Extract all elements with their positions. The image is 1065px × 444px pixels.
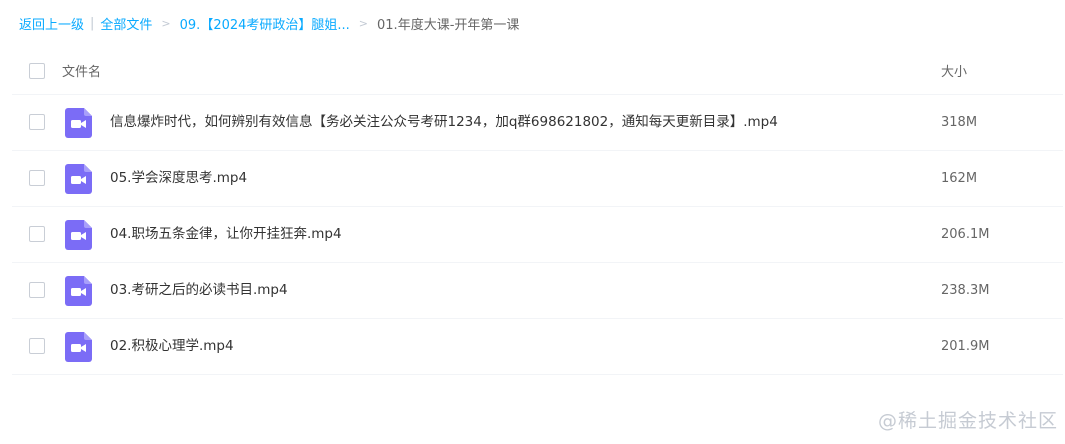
breadcrumb-pipe: | [90, 15, 95, 31]
breadcrumb-arrow: > [161, 16, 171, 30]
row-checkbox[interactable] [29, 170, 45, 186]
name-column-header[interactable]: 文件名 [62, 61, 101, 80]
back-link[interactable]: 返回上一级 [19, 14, 84, 33]
file-size: 206.1M [941, 227, 990, 242]
breadcrumb-arrow: > [358, 16, 369, 30]
table-row[interactable]: 05.学会深度思考.mp4 162M [12, 151, 1063, 207]
breadcrumb-folder[interactable]: 09.【2024考研政治】腿姐... [180, 14, 350, 33]
file-size: 238.3M [941, 283, 990, 298]
row-checkbox[interactable] [29, 338, 45, 354]
select-all-checkbox[interactable] [29, 63, 45, 79]
table-header: 文件名 大小 [12, 46, 1063, 95]
table-row[interactable]: 02.积极心理学.mp4 201.9M [12, 319, 1063, 375]
file-size: 162M [941, 171, 978, 186]
breadcrumb-all-files[interactable]: 全部文件 [100, 14, 152, 33]
file-name[interactable]: 05.学会深度思考.mp4 [110, 151, 247, 206]
table-row[interactable]: 信息爆炸时代，如何辨别有效信息【务必关注公众号考研1234，加q群6986218… [12, 95, 1063, 151]
video-file-icon [65, 164, 92, 194]
row-checkbox[interactable] [29, 226, 45, 242]
video-file-icon [65, 276, 92, 306]
table-row[interactable]: 04.职场五条金律，让你开挂狂奔.mp4 206.1M [12, 207, 1063, 263]
file-size: 201.9M [941, 339, 990, 354]
watermark: @稀土掘金技术社区 [878, 410, 1059, 432]
file-name[interactable]: 04.职场五条金律，让你开挂狂奔.mp4 [110, 207, 342, 262]
file-name[interactable]: 信息爆炸时代，如何辨别有效信息【务必关注公众号考研1234，加q群6986218… [110, 95, 778, 150]
file-browser: 返回上一级 | 全部文件 > 09.【2024考研政治】腿姐... > 01.年… [0, 0, 1065, 444]
file-size: 318M [941, 115, 978, 130]
size-column-header[interactable]: 大小 [941, 61, 967, 80]
row-checkbox[interactable] [29, 282, 45, 298]
video-file-icon [65, 332, 92, 362]
file-name[interactable]: 02.积极心理学.mp4 [110, 319, 234, 374]
file-table: 文件名 大小 信息爆炸时代，如何辨别有效信息【务必关注公众号考研1234，加q群… [12, 46, 1063, 375]
table-row[interactable]: 03.考研之后的必读书目.mp4 238.3M [12, 263, 1063, 319]
breadcrumb-current: 01.年度大课-开年第一课 [377, 17, 520, 33]
file-name[interactable]: 03.考研之后的必读书目.mp4 [110, 263, 288, 318]
video-file-icon [65, 220, 92, 250]
video-file-icon [65, 108, 92, 138]
breadcrumb: 返回上一级 | 全部文件 > 09.【2024考研政治】腿姐... > 01.年… [19, 13, 519, 33]
row-checkbox[interactable] [29, 114, 45, 130]
